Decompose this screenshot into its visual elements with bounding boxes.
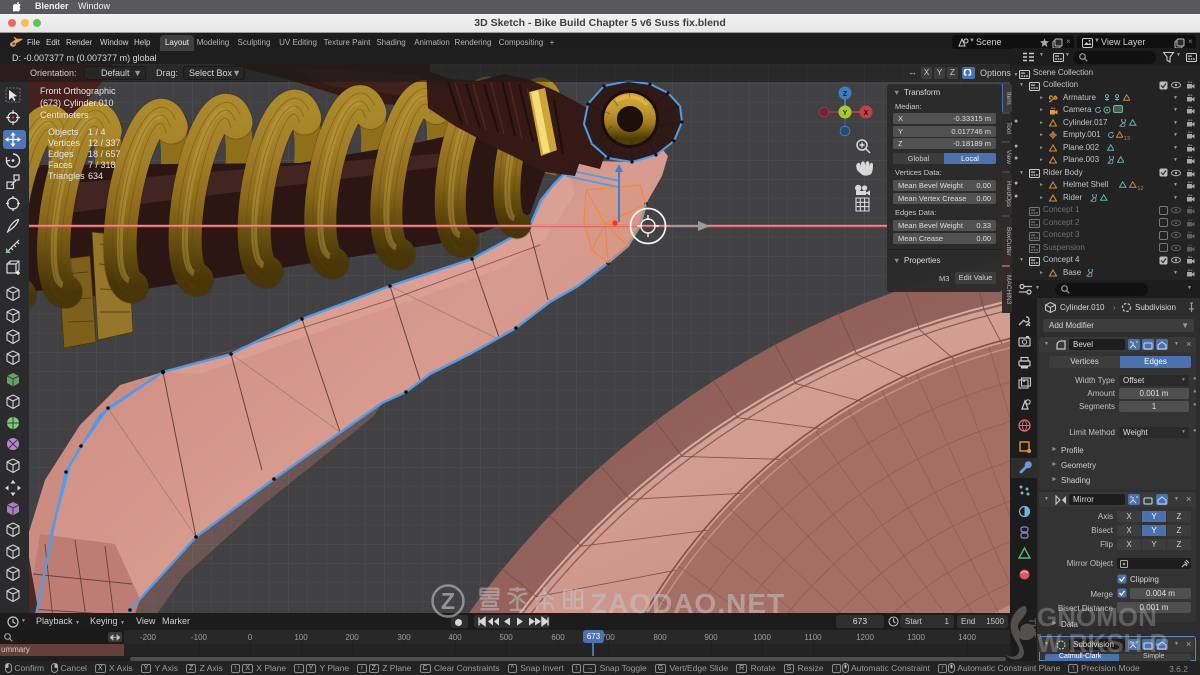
svg-text:18 / 657: 18 / 657: [88, 149, 121, 159]
svg-text:634: 634: [88, 171, 103, 181]
svg-text:7 / 318: 7 / 318: [88, 160, 116, 170]
svg-text:Y: Y: [843, 110, 848, 117]
svg-text:X: X: [864, 110, 869, 117]
svg-text:1 / 4: 1 / 4: [88, 127, 106, 137]
svg-text:Z: Z: [843, 91, 848, 98]
svg-text:Objects: Objects: [48, 127, 79, 137]
svg-text:Triangles: Triangles: [48, 171, 85, 181]
svg-text:Faces: Faces: [48, 160, 73, 170]
svg-text:Centimeters: Centimeters: [40, 110, 89, 120]
svg-text:12 / 337: 12 / 337: [88, 138, 121, 148]
svg-text:Front Orthographic: Front Orthographic: [40, 86, 116, 96]
svg-text:(673) Cylinder.010: (673) Cylinder.010: [40, 98, 114, 108]
svg-text:Edges: Edges: [48, 149, 74, 159]
svg-text:Vertices: Vertices: [48, 138, 81, 148]
